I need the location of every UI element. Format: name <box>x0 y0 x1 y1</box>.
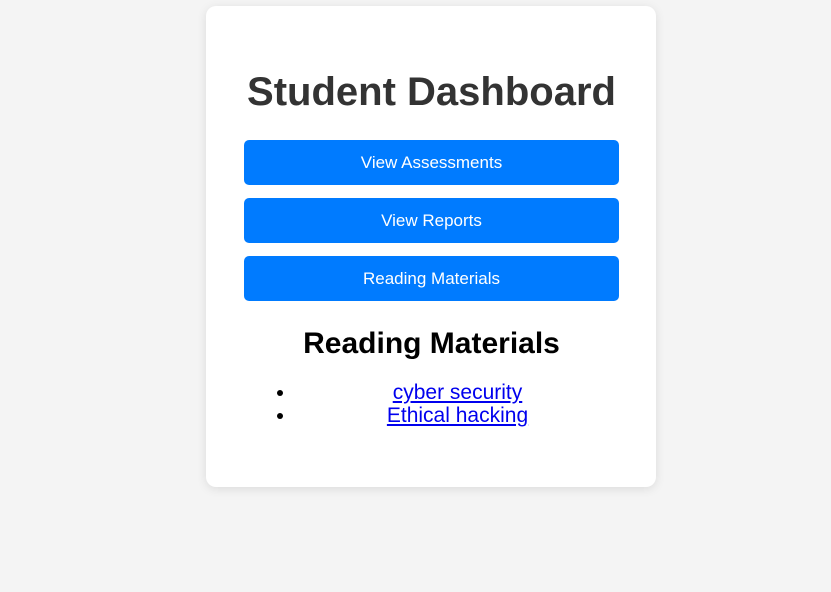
view-reports-button[interactable]: View Reports <box>244 198 619 243</box>
reading-materials-heading: Reading Materials <box>303 327 560 360</box>
page-title: Student Dashboard <box>247 70 616 114</box>
dashboard-card: Student Dashboard View Assessments View … <box>206 6 656 487</box>
view-assessments-button[interactable]: View Assessments <box>244 140 619 185</box>
reading-materials-button[interactable]: Reading Materials <box>244 256 619 301</box>
list-item: Ethical hacking <box>296 404 619 427</box>
reading-materials-list: cyber security Ethical hacking <box>244 381 619 427</box>
cyber-security-link[interactable]: cyber security <box>393 381 523 404</box>
list-item: cyber security <box>296 381 619 404</box>
ethical-hacking-link[interactable]: Ethical hacking <box>387 404 528 427</box>
